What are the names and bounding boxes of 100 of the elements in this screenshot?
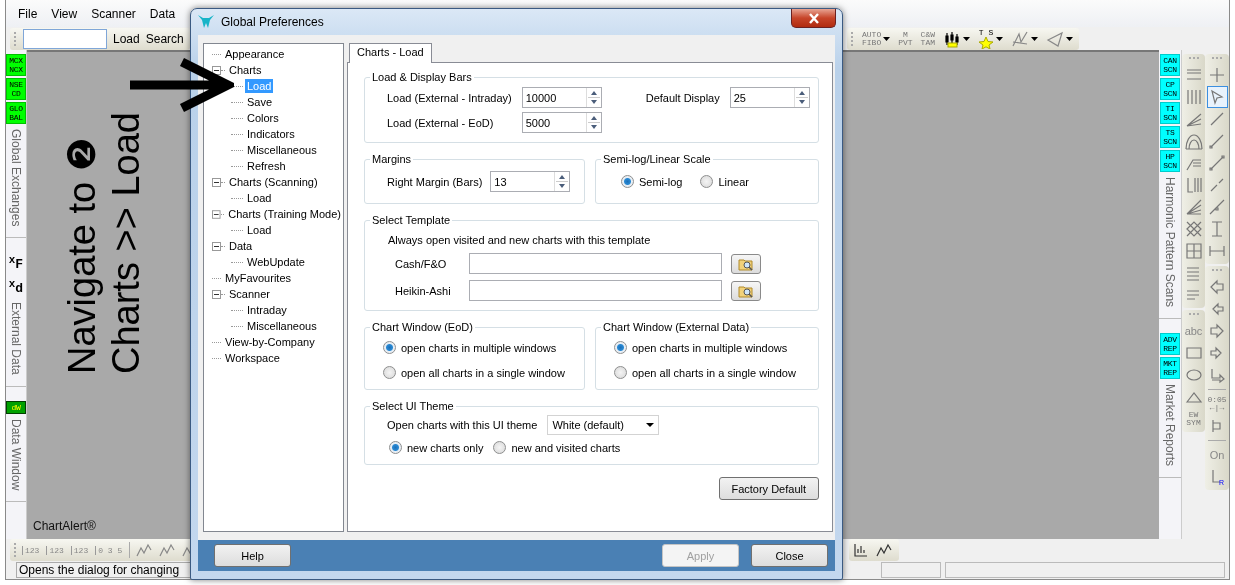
toolbar-grip	[1212, 57, 1222, 61]
tree-item[interactable]: Workspace	[223, 351, 282, 365]
dialog-button[interactable]: Close	[751, 544, 828, 567]
side-tab[interactable]: External Data	[9, 299, 23, 378]
tree-item[interactable]: View-by-Company	[223, 335, 317, 349]
tool-button[interactable]	[1183, 240, 1204, 262]
dialog-button[interactable]: Help	[214, 544, 291, 567]
tree-item[interactable]: Data	[227, 239, 255, 253]
collapse-icon[interactable]	[212, 241, 221, 251]
toolbar-button[interactable]: Search	[145, 31, 184, 46]
spin-buttons[interactable]	[554, 172, 570, 191]
tree-item[interactable]: Colors	[245, 111, 281, 125]
trend-lines-icon	[1011, 29, 1029, 48]
line-icon	[1208, 154, 1226, 172]
number-field[interactable]: 10000	[521, 87, 602, 108]
exchange-badge[interactable]: GLO BAL	[6, 102, 26, 124]
tab[interactable]: Charts - Load	[349, 43, 432, 63]
fan-icon	[1184, 198, 1203, 216]
tree-item[interactable]: Miscellaneous	[245, 143, 319, 157]
tree-item[interactable]: Indicators	[245, 127, 297, 141]
scan-badge[interactable]: CP SCN	[1160, 78, 1180, 100]
tree-item[interactable]: Charts	[227, 63, 264, 77]
radio-button[interactable]	[614, 366, 627, 379]
scan-badge[interactable]: ADV REP	[1160, 333, 1180, 356]
factory-default-button[interactable]: Factory Default	[718, 477, 819, 500]
scan-badge[interactable]: MKT REP	[1160, 357, 1180, 380]
collapse-icon[interactable]	[212, 65, 221, 75]
collapse-icon[interactable]	[212, 289, 221, 299]
browse-button[interactable]	[731, 253, 761, 274]
radio-button[interactable]	[383, 366, 396, 379]
field-label: Right Margin (Bars)	[387, 175, 483, 188]
wave-icon[interactable]	[875, 542, 893, 558]
toolbar-grip	[1188, 313, 1199, 317]
tree-item[interactable]: Charts (Training Mode)	[226, 207, 343, 221]
menu-item[interactable]: View	[44, 6, 85, 21]
side-tab[interactable]: Global Exchanges	[9, 126, 23, 230]
side-tab[interactable]: Harmonic Pattern Scans	[1163, 174, 1177, 311]
watermark-label: ChartAlert®	[33, 519, 97, 533]
number-field[interactable]: 25	[729, 87, 810, 108]
radio-button[interactable]	[700, 175, 714, 188]
field-label: Default Display	[645, 91, 720, 104]
tool-button[interactable]	[1206, 152, 1228, 174]
side-tab[interactable]: Market Reports	[1163, 381, 1177, 470]
tool-button[interactable]: EW SYM	[1183, 408, 1204, 430]
toolbar-button[interactable]: AUTO FIBO	[862, 28, 891, 49]
radio-button[interactable]	[383, 341, 396, 354]
vertical-lines-icon	[1184, 88, 1203, 106]
theme-dropdown[interactable]: White (default)	[547, 415, 660, 435]
menu-item[interactable]: File	[11, 6, 45, 21]
spin-buttons[interactable]	[585, 113, 601, 132]
radio-button[interactable]	[493, 441, 507, 454]
tool-button[interactable]	[1206, 86, 1228, 108]
collapse-icon[interactable]	[212, 209, 221, 219]
toolbar-button[interactable]: Load	[113, 31, 140, 46]
scan-badge[interactable]: HP SCN	[1160, 150, 1180, 172]
chart-icon[interactable]	[853, 542, 869, 558]
close-button[interactable]	[791, 9, 836, 28]
formula-icon[interactable]: $^{x}$F	[8, 252, 24, 274]
tree-item[interactable]: MyFavourites	[223, 271, 294, 285]
tree-item[interactable]: Miscellaneous	[245, 319, 319, 333]
tree-item[interactable]: Load	[245, 191, 274, 205]
field-label: Heikin-Ashi	[395, 284, 452, 297]
collapse-icon[interactable]	[212, 177, 221, 187]
toolbar-button[interactable]: M PVT	[898, 28, 913, 49]
tree-item[interactable]: Scanner	[227, 287, 272, 301]
exchange-badge[interactable]: NSE CD	[6, 78, 26, 100]
folder-search-icon	[738, 256, 754, 271]
annotation-text: Navigate to ❷	[60, 136, 104, 374]
tree-item[interactable]: Charts (Scanning)	[227, 175, 320, 189]
tree-item[interactable]: Appearance	[223, 47, 287, 61]
symbol-field[interactable]	[23, 28, 107, 49]
menu-item[interactable]: Scanner	[84, 6, 143, 21]
exchange-badge[interactable]: MCX NCX	[6, 54, 26, 76]
radio-button[interactable]	[621, 175, 634, 188]
menu-item[interactable]: Data	[142, 6, 183, 21]
radio-button[interactable]	[389, 441, 402, 454]
tool-button[interactable]: 0:05 ←|→	[1206, 393, 1228, 415]
tree-item[interactable]: WebUpdate	[245, 255, 307, 269]
side-tab[interactable]: Data Window	[9, 415, 23, 494]
formula-icon[interactable]: $^{x}$d	[8, 275, 24, 298]
toolbar-button[interactable]: C&W TAM	[920, 28, 935, 49]
number-field[interactable]: 5000	[521, 112, 602, 133]
tree-item[interactable]: Load	[245, 223, 274, 237]
scan-badge[interactable]: CAN SCN	[1160, 54, 1180, 76]
template-field[interactable]	[469, 253, 722, 274]
template-field[interactable]	[469, 280, 722, 301]
spin-buttons[interactable]	[585, 88, 601, 107]
toolbar-button[interactable]: T S	[978, 28, 1003, 49]
radio-label: new charts only	[407, 441, 484, 454]
radio-label: open all charts in a single window	[632, 366, 796, 379]
browse-button[interactable]	[731, 280, 761, 301]
spin-buttons[interactable]	[793, 88, 809, 107]
radio-button[interactable]	[614, 341, 627, 354]
tree-item[interactable]: Refresh	[245, 159, 288, 173]
number-field[interactable]: 13	[490, 171, 571, 192]
radio-label: open all charts in a single window	[401, 366, 565, 379]
scan-badge[interactable]: TS SCN	[1160, 126, 1180, 148]
tree-item[interactable]: Save	[245, 95, 275, 109]
scan-badge[interactable]: TI SCN	[1160, 102, 1180, 124]
tree-item[interactable]: Intraday	[245, 303, 289, 317]
